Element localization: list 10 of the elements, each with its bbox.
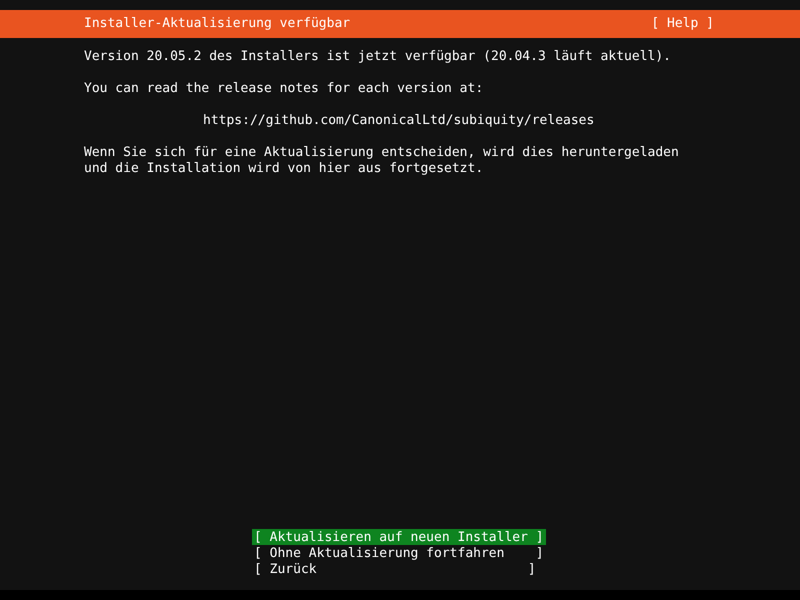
screen-title: Installer-Aktualisierung verfügbar: [84, 16, 350, 32]
menu-button[interactable]: [ Aktualisieren auf neuen Installer ]: [252, 529, 546, 545]
menu-button[interactable]: [ Ohne Aktualisierung fortfahren ]: [252, 545, 546, 561]
release-notes-link[interactable]: https://github.com/CanonicalLtd/subiquity/releases: [203, 113, 800, 129]
menu-button[interactable]: [ Zurück ]: [252, 561, 538, 577]
help-button[interactable]: [ Help ]: [651, 16, 714, 32]
body-text-line: Version 20.05.2 des Installers ist jetzt verfügbar (20.04.3 läuft aktuell).: [84, 49, 672, 65]
body-text-line: und die Installation wird von hier aus fortgesetzt.: [84, 161, 484, 177]
body-text-line: Wenn Sie sich für eine Aktualisierung entscheiden, wird dies heruntergeladen: [84, 145, 680, 161]
body-text-line: You can read the release notes for each version at:: [84, 81, 484, 97]
